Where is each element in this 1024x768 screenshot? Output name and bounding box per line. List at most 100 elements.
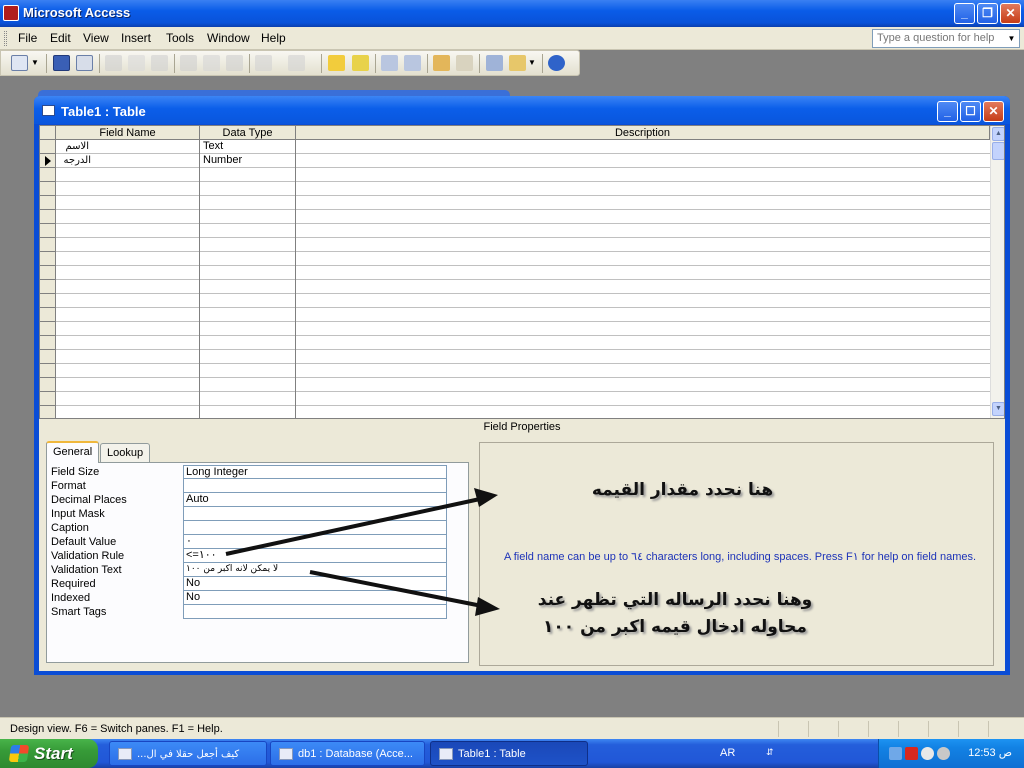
view-icon[interactable]	[11, 55, 28, 71]
status-indicator	[868, 721, 896, 737]
close-button[interactable]: ✕	[1000, 3, 1021, 24]
messenger-icon[interactable]	[921, 747, 934, 760]
menu-window[interactable]: Window	[207, 31, 250, 45]
build-icon[interactable]	[456, 55, 473, 71]
start-button[interactable]: Start	[0, 739, 98, 768]
menu-file[interactable]: File	[18, 31, 37, 45]
scroll-up-icon[interactable]: ▲	[992, 127, 1004, 141]
table-icon	[439, 748, 453, 760]
field-name-cell[interactable]: الدرجه	[57, 154, 91, 167]
required-value[interactable]: No	[183, 577, 447, 591]
spelling-icon[interactable]	[151, 55, 168, 71]
taskbar-task-table[interactable]: Table1 : Table	[430, 741, 588, 766]
properties-icon[interactable]	[433, 55, 450, 71]
toolbar-separator	[174, 54, 175, 73]
property-label: Required	[51, 578, 96, 590]
field-size-value[interactable]: Long Integer	[183, 465, 447, 479]
toolbar-separator	[479, 54, 480, 73]
data-type-cell[interactable]: Text	[203, 140, 223, 153]
scroll-thumb[interactable]	[992, 142, 1004, 160]
table-minimize-button[interactable]: _	[937, 101, 958, 122]
print-icon[interactable]	[105, 55, 122, 71]
validation-text-value[interactable]: لا يمكن لانه اكبر من ١٠٠	[183, 563, 447, 577]
file-search-icon[interactable]	[76, 55, 93, 71]
scroll-down-icon[interactable]: ▼	[992, 402, 1004, 416]
status-indicator	[778, 721, 806, 737]
minimize-button[interactable]: _	[954, 3, 975, 24]
save-icon[interactable]	[53, 55, 70, 71]
annotation-validation-text-line2: محاوله ادخال قيمه اكبر من ١٠٠	[543, 617, 807, 637]
indexes-icon[interactable]	[352, 55, 369, 71]
app-title-bar[interactable]: Microsoft Access _ ❐ ✕	[0, 0, 1024, 27]
property-row: Default Value ٠	[51, 535, 447, 549]
tab-lookup[interactable]: Lookup	[100, 443, 151, 462]
property-label: Indexed	[51, 592, 91, 604]
menu-insert[interactable]: Insert	[121, 31, 151, 45]
paste-icon[interactable]	[226, 55, 243, 71]
column-header-data-type[interactable]: Data Type	[200, 126, 296, 140]
insert-rows-icon[interactable]	[381, 55, 398, 71]
language-indicator[interactable]: AR	[720, 747, 735, 759]
field-name-cell[interactable]: الاسم	[57, 140, 89, 153]
grid-vertical-scrollbar[interactable]: ▲ ▼	[990, 126, 1004, 418]
default-value-value[interactable]: ٠	[183, 535, 447, 549]
database-icon	[279, 748, 293, 760]
table-window-title-bar[interactable]: Table1 : Table _ ☐ ✕	[34, 96, 1010, 124]
network-icon[interactable]	[889, 747, 902, 760]
help-dropdown-icon[interactable]: ▼	[1005, 31, 1018, 46]
help-icon[interactable]	[548, 55, 565, 71]
menu-edit[interactable]: Edit	[50, 31, 71, 45]
toolbar-separator	[249, 54, 250, 73]
antivirus-icon[interactable]	[905, 747, 918, 760]
access-key-icon[interactable]	[3, 5, 19, 21]
help-question-input[interactable]: Type a question for help ▼	[872, 29, 1020, 48]
property-row: Validation Rule <=١٠٠	[51, 549, 447, 563]
menu-help[interactable]: Help	[261, 31, 286, 45]
new-object-icon[interactable]	[509, 55, 526, 71]
undo-icon[interactable]	[255, 55, 272, 71]
property-label: Validation Text	[51, 564, 122, 576]
volume-icon[interactable]	[937, 747, 950, 760]
table-close-button[interactable]: ✕	[983, 101, 1004, 122]
input-mask-value[interactable]	[183, 507, 447, 521]
menu-grip-handle[interactable]	[4, 31, 7, 46]
redo-icon[interactable]	[288, 55, 305, 71]
new-object-dropdown-icon[interactable]: ▼	[528, 55, 537, 71]
copy-icon[interactable]	[203, 55, 220, 71]
data-type-cell[interactable]: Number	[203, 154, 242, 167]
format-value[interactable]	[183, 479, 447, 493]
menu-tools[interactable]: Tools	[166, 31, 194, 45]
status-indicator	[928, 721, 956, 737]
annotation-validation-text-line1: وهنا نحدد الرساله التي تظهر عند	[537, 590, 813, 610]
decimal-places-value[interactable]: Auto	[183, 493, 447, 507]
taskbar-task-database[interactable]: db1 : Database (Acce...	[270, 741, 425, 766]
tab-general[interactable]: General	[46, 441, 100, 463]
column-header-description[interactable]: Description	[296, 126, 990, 140]
property-row: Input Mask	[51, 507, 447, 521]
annotation-validation-rule: هنا نحدد مقدار القيمه	[591, 480, 774, 500]
column-header-field-name[interactable]: Field Name	[56, 126, 200, 140]
caption-value[interactable]	[183, 521, 447, 535]
taskbar-task-browser[interactable]: كيف أجعل حقلا في ال...	[109, 741, 267, 766]
primary-key-icon[interactable]	[328, 55, 345, 71]
language-bar-options-icon[interactable]: ⇵	[766, 747, 774, 758]
property-label: Default Value	[51, 536, 117, 548]
restore-button[interactable]: ❐	[977, 3, 998, 24]
table-maximize-button[interactable]: ☐	[960, 101, 981, 122]
windows-flag-icon	[8, 745, 30, 762]
clock[interactable]: 12:53 ص	[968, 746, 1012, 759]
indexed-value[interactable]: No	[183, 591, 447, 605]
menu-bar: File Edit View Insert Tools Window Help …	[0, 27, 1024, 50]
print-preview-icon[interactable]	[128, 55, 145, 71]
cut-icon[interactable]	[180, 55, 197, 71]
validation-rule-value[interactable]: <=١٠٠	[183, 549, 447, 563]
task-label: كيف أجعل حقلا في ال...	[137, 749, 240, 760]
smart-tags-value[interactable]	[183, 605, 447, 619]
property-label: Field Size	[51, 466, 100, 478]
view-dropdown-icon[interactable]: ▼	[31, 55, 40, 71]
delete-rows-icon[interactable]	[404, 55, 421, 71]
database-window-icon[interactable]	[486, 55, 503, 71]
toolbar-separator	[542, 54, 543, 73]
menu-view[interactable]: View	[83, 31, 109, 45]
column-divider	[199, 126, 200, 418]
